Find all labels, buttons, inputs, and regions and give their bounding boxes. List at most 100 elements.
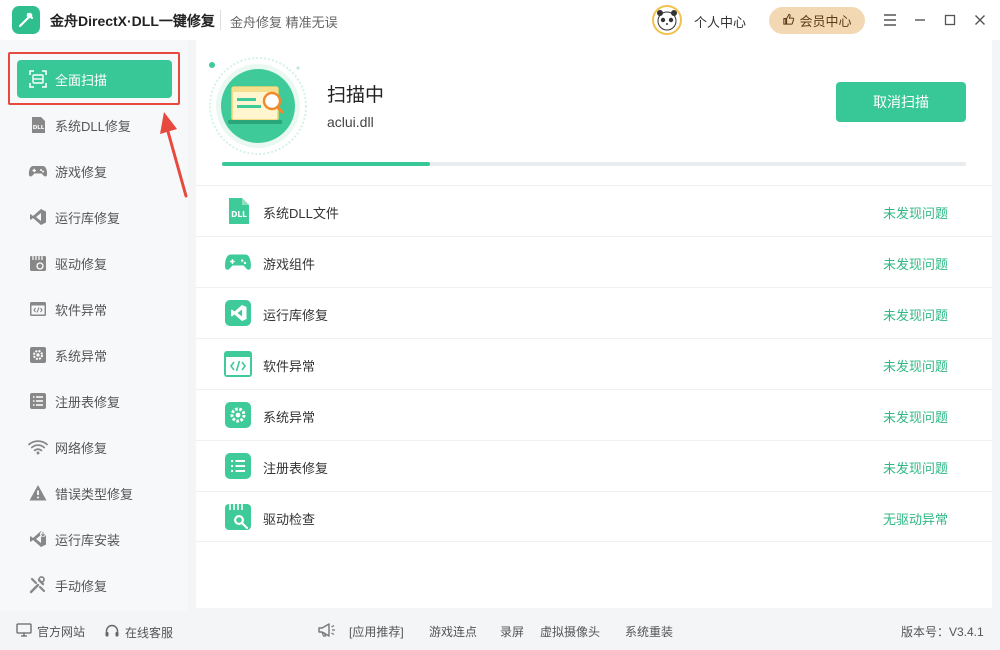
svg-text:DLL: DLL xyxy=(33,125,45,131)
vip-center-button[interactable]: 会员中心 xyxy=(769,7,865,34)
scan-current-file: aclui.dll xyxy=(327,114,374,130)
result-name: 驱动检查 xyxy=(263,512,316,527)
gamepad-icon xyxy=(224,248,252,276)
result-name: 系统异常 xyxy=(263,410,316,425)
recommend-link-system-reinstall[interactable]: 系统重装 xyxy=(625,623,673,640)
sidebar-item-manual-repair[interactable]: 手动修复 xyxy=(17,566,172,604)
result-name: 游戏组件 xyxy=(263,257,316,272)
result-name: 运行库修复 xyxy=(263,308,329,323)
app-slogan: 金舟修复 精准无误 xyxy=(230,15,338,30)
dll-icon: DLL xyxy=(27,114,49,136)
personal-center-link[interactable]: 个人中心 xyxy=(694,12,746,31)
title-bar: 金舟DirectX·DLL一键修复 金舟修复 精准无误 个人中心 会员中心 xyxy=(0,0,1000,40)
list-icon xyxy=(27,390,49,412)
sidebar-item-label: 全面扫描 xyxy=(55,72,108,88)
sidebar-item-label: 网络修复 xyxy=(55,440,108,456)
sidebar-item-label: 系统DLL修复 xyxy=(55,118,131,134)
sidebar-item-full-scan[interactable]: 全面扫描 xyxy=(17,60,172,98)
sidebar-item-label: 软件异常 xyxy=(55,302,108,318)
app-title: 金舟DirectX·DLL一键修复 xyxy=(50,13,215,29)
result-row-software-error: 软件异常 未发现问题 xyxy=(196,338,992,389)
result-row-system-dll: DLL 系统DLL文件 未发现问题 xyxy=(196,185,992,236)
code-icon xyxy=(27,298,49,320)
maximize-icon[interactable] xyxy=(940,10,960,30)
app-recommend-label: [应用推荐] xyxy=(349,625,404,639)
cancel-scan-button[interactable]: 取消扫描 xyxy=(836,82,966,122)
result-status: 未发现问题 xyxy=(882,257,948,272)
sidebar-item-registry-repair[interactable]: 注册表修复 xyxy=(17,382,172,420)
result-name: 系统DLL文件 xyxy=(263,206,339,221)
official-site-link[interactable]: 官方网站 xyxy=(16,623,85,640)
sidebar-item-label: 驱动修复 xyxy=(55,256,108,272)
sidebar-item-label: 运行库安装 xyxy=(55,532,121,548)
scan-status-title: 扫描中 xyxy=(327,85,385,106)
sidebar-item-software-error[interactable]: 软件异常 xyxy=(17,290,172,328)
result-row-registry-repair: 注册表修复 未发现问题 xyxy=(196,440,992,491)
minimize-icon[interactable] xyxy=(910,10,930,30)
warning-icon xyxy=(27,482,49,504)
result-row-system-error: 系统异常 未发现问题 xyxy=(196,389,992,440)
gamepad-icon xyxy=(27,160,49,182)
sidebar-item-label: 运行库修复 xyxy=(55,210,121,226)
sidebar-item-label: 手动修复 xyxy=(55,578,108,594)
online-service-link[interactable]: 在线客服 xyxy=(104,623,173,642)
svg-text:DLL: DLL xyxy=(231,210,247,219)
scan-icon xyxy=(27,68,49,90)
driver-search-icon xyxy=(224,503,252,531)
sidebar-item-game[interactable]: 游戏修复 xyxy=(17,152,172,190)
result-status: 无驱动异常 xyxy=(882,512,948,527)
online-service-label: 在线客服 xyxy=(125,626,174,640)
wrench-icon xyxy=(27,574,49,596)
recommend-link-screen-recorder[interactable]: 录屏 xyxy=(500,623,524,640)
sidebar-item-driver-repair[interactable]: 驱动修复 xyxy=(17,244,172,282)
recommend-link-auto-clicker[interactable]: 游戏连点 xyxy=(429,623,477,640)
recommend-link-virtual-camera[interactable]: 虚拟摄像头 xyxy=(540,623,600,640)
result-row-runtime-repair: 运行库修复 未发现问题 xyxy=(196,287,992,338)
vip-center-label: 会员中心 xyxy=(799,14,852,29)
official-site-label: 官方网站 xyxy=(37,625,86,639)
sidebar-item-label: 错误类型修复 xyxy=(55,486,134,502)
version-label: 版本号：V3.4.1 xyxy=(901,625,984,639)
result-status: 未发现问题 xyxy=(882,206,948,221)
dll-file-icon: DLL xyxy=(224,197,252,225)
user-avatar[interactable] xyxy=(652,5,682,35)
monitor-icon xyxy=(16,623,32,640)
gear-icon xyxy=(224,401,252,429)
result-status: 未发现问题 xyxy=(882,410,948,425)
result-status: 未发现问题 xyxy=(882,461,948,476)
scan-progress-bar xyxy=(222,162,966,166)
runtime-icon xyxy=(27,206,49,228)
result-row-game-components: 游戏组件 未发现问题 xyxy=(196,236,992,287)
runtime-icon xyxy=(224,299,252,327)
sidebar-item-label: 注册表修复 xyxy=(55,394,121,410)
result-name: 注册表修复 xyxy=(263,461,329,476)
code-window-icon xyxy=(224,350,252,378)
close-icon[interactable] xyxy=(970,10,990,30)
result-row-driver-check: 驱动检查 无驱动异常 xyxy=(196,491,992,542)
sidebar-item-runtime-install[interactable]: 运行库安装 xyxy=(17,520,172,558)
sidebar-item-network-repair[interactable]: 网络修复 xyxy=(17,428,172,466)
footer-bar: 官方网站 在线客服 [应用推荐] 游戏连点 录屏 虚拟摄像头 系统重装 版本号：… xyxy=(0,610,1000,650)
sidebar-item-error-type-repair[interactable]: 错误类型修复 xyxy=(17,474,172,512)
list-icon xyxy=(224,452,252,480)
sidebar-item-label: 游戏修复 xyxy=(55,164,108,180)
scan-illustration-icon xyxy=(208,56,308,156)
scan-header: 扫描中 aclui.dll 取消扫描 xyxy=(196,40,992,185)
sidebar-item-system-error[interactable]: 系统异常 xyxy=(17,336,172,374)
wifi-icon xyxy=(27,436,49,458)
sidebar-item-runtime-repair[interactable]: 运行库修复 xyxy=(17,198,172,236)
scan-progress-fill xyxy=(222,162,431,166)
sidebar-item-system-dll[interactable]: DLL 系统DLL修复 xyxy=(17,106,172,144)
annotation-arrow-icon xyxy=(160,112,188,198)
result-name: 软件异常 xyxy=(263,359,316,374)
result-status: 未发现问题 xyxy=(882,359,948,374)
scan-result-list: DLL 系统DLL文件 未发现问题 游戏组件 未发现问题 运行库修复 未发现问题… xyxy=(196,185,992,542)
app-logo xyxy=(12,6,40,34)
menu-icon[interactable] xyxy=(880,10,900,30)
gear-icon xyxy=(27,344,49,366)
headset-icon xyxy=(104,623,120,642)
thumbs-up-icon xyxy=(782,13,795,29)
result-status: 未发现问题 xyxy=(882,308,948,323)
install-icon xyxy=(27,528,49,550)
title-divider xyxy=(220,10,221,30)
